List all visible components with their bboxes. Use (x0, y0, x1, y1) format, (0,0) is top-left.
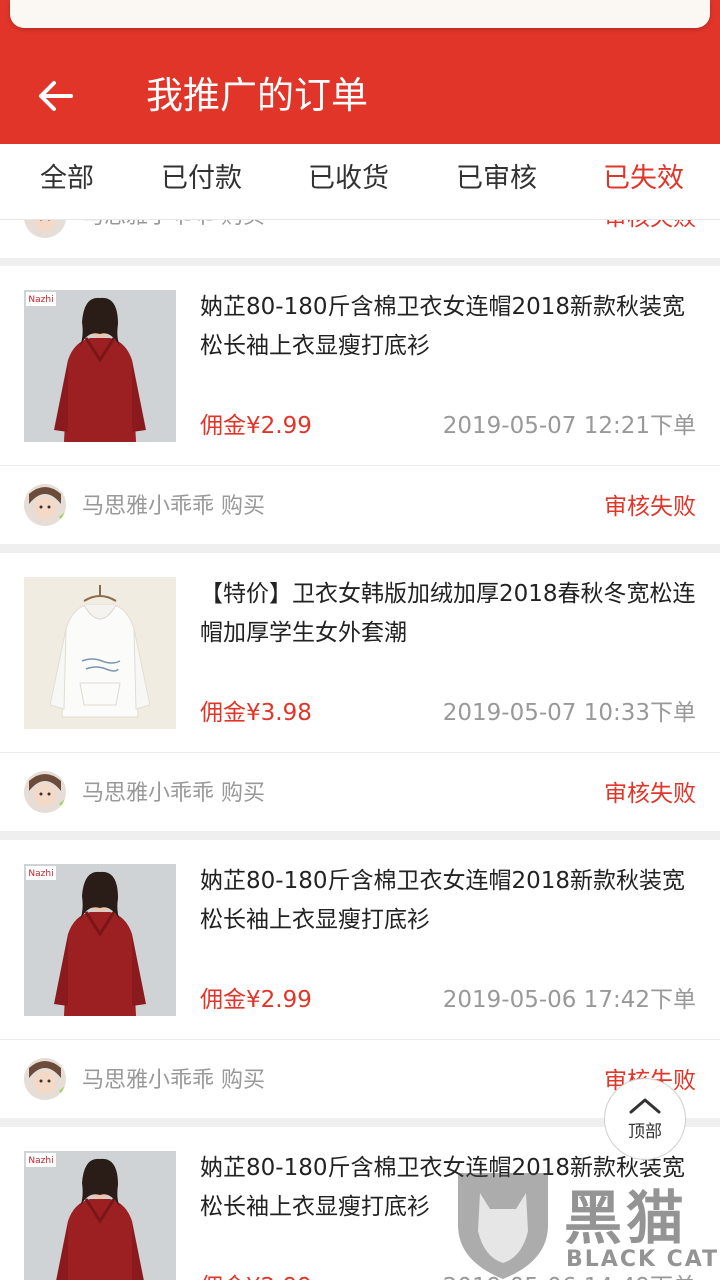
status-label: 审核失败 (604, 220, 696, 232)
buyer-row: 马思雅小乖乖 购买 审核失败 (0, 466, 720, 544)
app-bar: 我推广的订单 (0, 44, 720, 144)
buyer-name: 马思雅小乖乖 购买 (82, 781, 265, 806)
scroll-to-top-button[interactable]: 顶部 (604, 1078, 686, 1160)
status-label: 审核失败 (604, 494, 696, 520)
brand-label: Nazhi (28, 1156, 53, 1166)
buyer-name: 马思雅小乖乖 购买 (82, 220, 265, 230)
product-row[interactable]: Nazhi 妠芷80-180斤含棉卫衣女连帽2018新款秋装宽松长袖上衣显瘦打底… (0, 840, 720, 1040)
order-card[interactable]: Nazhi 妠芷80-180斤含棉卫衣女连帽2018新款秋装宽松长袖上衣显瘦打底… (0, 840, 720, 1118)
commission-amount: 佣金¥2.99 (200, 987, 312, 1013)
chevron-up-icon (629, 1098, 661, 1113)
order-time: 2019-05-07 12:21下单 (442, 413, 696, 439)
commission-amount: 佣金¥2.99 (200, 1267, 312, 1280)
product-title: 妠芷80-180斤含棉卫衣女连帽2018新款秋装宽松长袖上衣显瘦打底衫 (200, 868, 685, 933)
avatar (24, 1058, 66, 1100)
tab-all[interactable]: 全部 (40, 144, 94, 220)
back-button[interactable] (28, 72, 84, 120)
product-image: Nazhi (24, 864, 176, 1016)
avatar (24, 220, 66, 238)
product-row[interactable]: 【特价】卫衣女韩版加绒加厚2018春秋冬宽松连帽加厚学生女外套潮 佣金¥3.98… (0, 553, 720, 753)
commission-amount: 佣金¥3.98 (200, 700, 312, 726)
commission-amount: 佣金¥2.99 (200, 413, 312, 439)
order-card[interactable]: Nazhi 妠芷80-180斤含棉卫衣女连帽2018新款秋装宽松长袖上衣显瘦打底… (0, 266, 720, 544)
page-title: 我推广的订单 (146, 74, 368, 117)
avatar (24, 484, 66, 526)
buyer-row: 马思雅小乖乖 购买 审核失败 (0, 220, 720, 258)
product-image: Nazhi (24, 1151, 176, 1280)
brand-label: Nazhi (28, 295, 53, 305)
watermark-text-cn: 黑猫 (564, 1184, 689, 1252)
product-row[interactable]: Nazhi 妠芷80-180斤含棉卫衣女连帽2018新款秋装宽松长袖上衣显瘦打底… (0, 266, 720, 466)
product-image: Nazhi (24, 290, 176, 442)
brand-label: Nazhi (28, 869, 53, 879)
product-title: 【特价】卫衣女韩版加绒加厚2018春秋冬宽松连帽加厚学生女外套潮 (200, 581, 696, 646)
avatar (24, 771, 66, 813)
product-image (24, 577, 176, 729)
tab-expired[interactable]: 已失效 (603, 144, 684, 220)
scroll-to-top-label: 顶部 (628, 1121, 662, 1142)
black-cat-watermark: 黑猫 BLACK CAT (448, 1165, 720, 1280)
order-time: 2019-05-06 17:42下单 (442, 987, 696, 1013)
tab-approved[interactable]: 已审核 (456, 144, 537, 220)
watermark-text-en: BLACK CAT (566, 1247, 720, 1272)
tab-received[interactable]: 已收货 (308, 144, 389, 220)
buyer-row: 马思雅小乖乖 购买 审核失败 (0, 753, 720, 831)
order-time: 2019-05-07 10:33下单 (442, 700, 696, 726)
status-label: 审核失败 (604, 781, 696, 807)
buyer-name: 马思雅小乖乖 购买 (82, 1068, 265, 1093)
back-arrow-icon (39, 81, 73, 111)
product-title: 妠芷80-180斤含棉卫衣女连帽2018新款秋装宽松长袖上衣显瘦打底衫 (200, 294, 685, 359)
notification-toast (10, 0, 710, 28)
tab-bar: 全部 已付款 已收货 已审核 已失效 (0, 144, 720, 220)
cat-shield-icon (458, 1173, 548, 1279)
order-card[interactable]: 【特价】卫衣女韩版加绒加厚2018春秋冬宽松连帽加厚学生女外套潮 佣金¥3.98… (0, 553, 720, 831)
tab-paid[interactable]: 已付款 (161, 144, 242, 220)
buyer-name: 马思雅小乖乖 购买 (82, 494, 265, 519)
